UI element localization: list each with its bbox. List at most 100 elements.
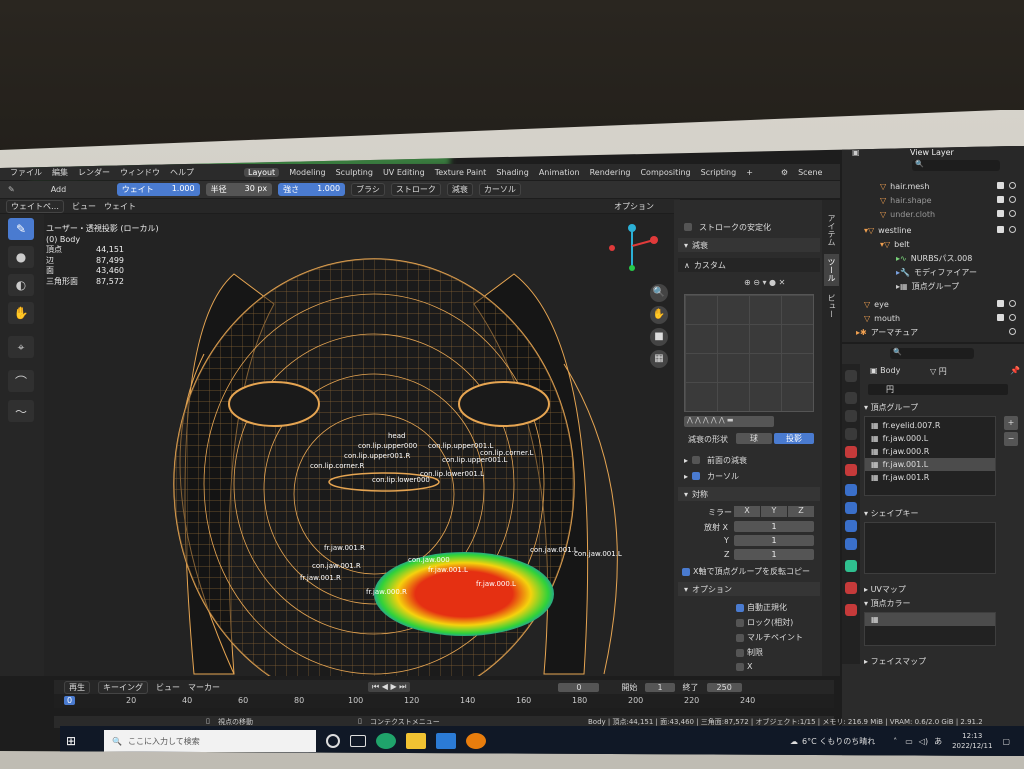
x-mirror-groups-checkbox[interactable] xyxy=(682,567,690,576)
render-tab-icon[interactable] xyxy=(845,392,857,404)
taskbar-clock[interactable]: 12:13 2022/12/11 xyxy=(952,731,992,751)
output-tab-icon[interactable] xyxy=(845,410,857,422)
front-falloff-row[interactable]: ▸ 前面の減衰 xyxy=(678,453,820,467)
eye-icon[interactable] xyxy=(1009,226,1016,233)
weight-menu[interactable]: ウェイト xyxy=(104,201,136,212)
edge-icon[interactable] xyxy=(376,733,397,749)
outliner-item[interactable]: ▾▽ belt xyxy=(880,238,910,250)
x-checkbox[interactable] xyxy=(736,662,744,671)
tab-animation[interactable]: Animation xyxy=(539,168,580,177)
brush-icon[interactable]: ✎ xyxy=(8,185,15,194)
curve-presets[interactable]: ⋀ ⋀ ⋀ ⋀ ⋀ ▬ xyxy=(684,416,774,427)
radial-y-field[interactable]: 1 xyxy=(734,535,814,546)
radial-x-field[interactable]: 1 xyxy=(734,521,814,532)
shape-keys-header[interactable]: ▾ シェイプキー xyxy=(864,508,919,519)
eye-icon[interactable] xyxy=(1009,300,1016,307)
keying-menu[interactable]: キーイング xyxy=(98,680,148,694)
outliner-item[interactable]: ▽ eye xyxy=(864,298,889,310)
outliner-item[interactable]: ▽ hair.mesh xyxy=(880,180,929,192)
projected-toggle[interactable]: 投影 xyxy=(774,433,814,444)
eye-icon[interactable] xyxy=(1009,210,1016,217)
end-field[interactable]: 250 xyxy=(706,682,742,692)
restrict-checkbox[interactable] xyxy=(736,648,744,657)
start-field[interactable]: 1 xyxy=(645,682,675,692)
camera-icon[interactable]: ■ xyxy=(650,328,668,346)
outliner-item[interactable]: ▸🔧 モディファイアー xyxy=(896,266,977,278)
list-item[interactable]: ▦ fr.eyelid.007.R xyxy=(865,419,995,432)
stroke-stabilize-checkbox[interactable] xyxy=(684,223,692,231)
zoom-icon[interactable]: 🔍 xyxy=(650,284,668,302)
menu-help[interactable]: ヘルプ xyxy=(170,167,194,178)
vertex-groups-header[interactable]: ▾ 頂点グループ xyxy=(864,402,918,413)
outliner-search[interactable]: 🔍 xyxy=(912,160,1000,171)
annotate-tool-icon[interactable]: 〜 xyxy=(8,400,34,422)
tab-layout[interactable]: Layout xyxy=(244,167,280,177)
current-frame-field[interactable]: 0 xyxy=(558,682,600,692)
smear-tool-icon[interactable]: ✋ xyxy=(8,302,34,324)
options-menu[interactable]: オプション xyxy=(614,201,654,212)
menu-window[interactable]: ウィンドウ xyxy=(120,167,160,178)
x-row[interactable]: X xyxy=(736,662,752,671)
list-item[interactable]: ▦ fr.jaw.000.L xyxy=(865,432,995,445)
volume-icon[interactable]: ◁) xyxy=(919,737,928,746)
view-layer-tab-icon[interactable] xyxy=(845,428,857,440)
weather-widget[interactable]: ☁ 6°C くもりのち晴れ xyxy=(790,736,875,747)
tab-uv-editing[interactable]: UV Editing xyxy=(383,168,425,177)
playback-menu[interactable]: 再生 xyxy=(64,680,90,694)
auto-normalize-row[interactable]: 自動正規化 xyxy=(736,602,787,613)
remove-group-button[interactable]: − xyxy=(1004,432,1018,446)
texture-tab-icon[interactable] xyxy=(845,604,857,616)
radius-field[interactable]: 半径 30 px xyxy=(205,183,273,196)
cursor-checkbox[interactable] xyxy=(692,472,701,480)
cortana-icon[interactable] xyxy=(326,734,341,748)
multi-paint-checkbox[interactable] xyxy=(736,633,744,642)
radial-z-field[interactable]: 1 xyxy=(734,549,814,560)
view-menu[interactable]: ビュー xyxy=(72,201,96,212)
menu-render[interactable]: レンダー xyxy=(78,167,110,178)
cursor-menu[interactable]: カーソル xyxy=(478,183,521,196)
falloff-menu[interactable]: 減衰 xyxy=(446,183,473,196)
timeline-ruler[interactable]: 0 20 40 60 80 100 120 140 160 180 200 22… xyxy=(54,694,834,708)
visibility-checkbox[interactable] xyxy=(997,210,1004,217)
file-explorer-icon[interactable] xyxy=(406,733,427,749)
outliner-item[interactable]: ▾▽ westline xyxy=(864,224,911,236)
add-workspace-icon[interactable]: + xyxy=(746,168,753,177)
tray-chevron-icon[interactable]: ˄ xyxy=(893,737,897,746)
pin-icon[interactable]: 📌 xyxy=(1010,366,1020,375)
eye-icon[interactable] xyxy=(1009,196,1016,203)
options-section[interactable]: ▾ オプション xyxy=(678,582,820,596)
stroke-stabilize-row[interactable]: ストロークの安定化 xyxy=(678,220,820,234)
falloff-preset-dropdown[interactable]: ∧ カスタム xyxy=(678,258,820,272)
navigation-gizmo[interactable] xyxy=(602,220,662,280)
object-tab-icon[interactable] xyxy=(845,484,857,496)
tab-item[interactable]: アイテム xyxy=(826,214,837,246)
draw-tool-icon[interactable]: ✎ xyxy=(8,218,34,240)
blender-taskbar-icon[interactable] xyxy=(466,733,487,749)
curve-tools-icon[interactable]: ⊕ ⊖ ▾ ● ✕ xyxy=(744,278,785,287)
world-tab-icon[interactable] xyxy=(845,464,857,476)
tab-view[interactable]: ビュー xyxy=(826,294,837,318)
visibility-checkbox[interactable] xyxy=(997,300,1004,307)
sample-weight-icon[interactable]: ⌖ xyxy=(8,336,34,358)
list-item[interactable]: ▦ fr.jaw.000.R xyxy=(865,445,995,458)
front-falloff-checkbox[interactable] xyxy=(692,456,701,464)
menu-edit[interactable]: 編集 xyxy=(52,167,68,178)
tab-shading[interactable]: Shading xyxy=(496,168,529,177)
timeline-view-menu[interactable]: ビュー xyxy=(156,682,180,693)
multi-paint-row[interactable]: マルチペイント xyxy=(736,632,803,643)
list-item-selected[interactable]: ▦ fr.jaw.001.L xyxy=(865,458,995,471)
visibility-checkbox[interactable] xyxy=(997,314,1004,321)
outliner-item[interactable]: ▸∿ NURBSパス.008 xyxy=(896,252,972,264)
strength-field[interactable]: 強さ 1.000 xyxy=(278,183,346,196)
average-tool-icon[interactable]: ◐ xyxy=(8,274,34,296)
material-tab-icon[interactable] xyxy=(845,582,857,594)
ime-indicator[interactable]: あ xyxy=(934,736,942,747)
vertex-group-list[interactable]: ▦ fr.eyelid.007.R ▦ fr.jaw.000.L ▦ fr.jaw.0… xyxy=(864,416,996,496)
x-mirror-groups-row[interactable]: X軸で頂点グループを反転コピー xyxy=(682,566,810,577)
pan-hand-icon[interactable]: ✋ xyxy=(650,306,668,324)
list-item[interactable]: ▦ fr.jaw.001.R xyxy=(865,471,995,484)
vertex-color-list[interactable]: ▦ xyxy=(864,612,996,646)
sphere-toggle[interactable]: 球 xyxy=(736,433,772,444)
add-group-button[interactable]: + xyxy=(1004,416,1018,430)
tab-compositing[interactable]: Compositing xyxy=(640,168,690,177)
